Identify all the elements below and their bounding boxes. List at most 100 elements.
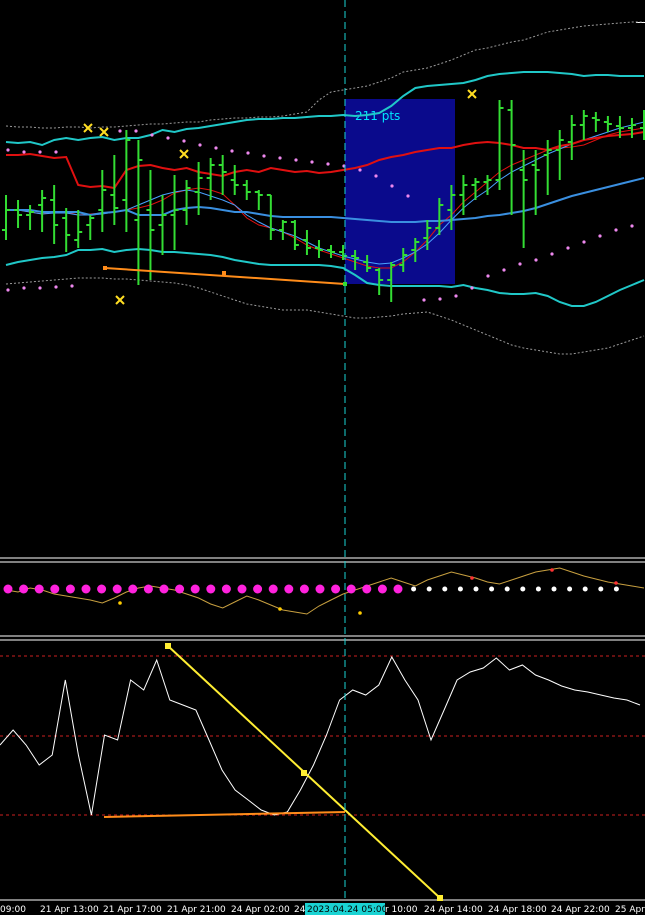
- stop-dot: [326, 162, 330, 166]
- support-anchor: [343, 282, 347, 286]
- stop-dot: [358, 168, 362, 172]
- bull-dot: [237, 584, 247, 594]
- bull-dot: [190, 584, 200, 594]
- x-tick-label: 24 Apr 22:00: [551, 905, 610, 915]
- bull-dot: [268, 584, 278, 594]
- bull-dot: [175, 584, 185, 594]
- dots-marker: [118, 601, 122, 605]
- stop-dot: [230, 149, 234, 153]
- bull-dot: [221, 584, 231, 594]
- stop-dot: [598, 234, 602, 238]
- bear-dot: [582, 586, 588, 592]
- stop-dot: [374, 174, 378, 178]
- bear-dot: [535, 586, 541, 592]
- stop-dot: [582, 240, 586, 244]
- stop-dot: [246, 151, 250, 155]
- stop-dot: [518, 262, 522, 266]
- dots-marker: [278, 607, 282, 611]
- bull-dot: [206, 584, 216, 594]
- bull-dot: [284, 584, 294, 594]
- bull-dot: [34, 584, 44, 594]
- bull-dot: [128, 584, 138, 594]
- bear-dot: [551, 586, 557, 592]
- stop-dot: [534, 258, 538, 262]
- bear-dot: [598, 586, 604, 592]
- bull-dot: [377, 584, 387, 594]
- bull-dot: [65, 584, 75, 594]
- dots-marker: [470, 576, 474, 580]
- bull-dot: [3, 584, 13, 594]
- stop-dot: [6, 288, 10, 292]
- support-anchor: [103, 266, 107, 270]
- x-tick-label: 24 Apr 18:00: [488, 905, 547, 915]
- bear-dot: [613, 586, 619, 592]
- stop-dot: [278, 156, 282, 160]
- stop-dot: [54, 150, 58, 154]
- bull-dot: [362, 584, 372, 594]
- bull-dot: [50, 584, 60, 594]
- bear-dot: [442, 586, 448, 592]
- crosshair-tag: 2023.04.24 05:00: [307, 905, 388, 915]
- stop-dot: [54, 285, 58, 289]
- dots-marker: [614, 581, 618, 585]
- x-tick-label: 09:00: [0, 905, 26, 915]
- stop-dot: [422, 298, 426, 302]
- stop-dot: [470, 286, 474, 290]
- stop-dot: [486, 274, 490, 278]
- x-tick-label: 21 Apr 17:00: [103, 905, 162, 915]
- support-mid-anchor: [222, 271, 226, 275]
- bear-dot: [411, 586, 417, 592]
- stop-dot: [406, 194, 410, 198]
- x-tick-label: 24 Apr 02:00: [231, 905, 290, 915]
- bull-dot: [81, 584, 91, 594]
- bear-dot: [520, 586, 526, 592]
- stop-dot: [38, 286, 42, 290]
- stop-dot: [22, 286, 26, 290]
- stop-dot: [6, 148, 10, 152]
- bull-dot: [331, 584, 341, 594]
- bull-dot: [159, 584, 169, 594]
- trading-chart: 211 pts 09:00 21 Apr 13:00 21 Apr 17:00 21 …: [0, 0, 645, 915]
- bull-dot: [112, 584, 122, 594]
- bull-dot: [393, 584, 403, 594]
- stop-dot: [566, 246, 570, 250]
- stop-dot: [134, 129, 138, 133]
- bull-dot: [19, 584, 29, 594]
- bear-dot: [567, 586, 573, 592]
- stop-dot: [214, 146, 218, 150]
- stop-dot: [150, 133, 154, 137]
- bear-dot: [504, 586, 510, 592]
- trendline-anchor: [437, 895, 443, 901]
- stop-dot: [182, 139, 186, 143]
- stop-dot: [22, 150, 26, 154]
- bear-dot: [489, 586, 495, 592]
- stop-dot: [630, 224, 634, 228]
- stop-dot: [310, 160, 314, 164]
- trendline-anchor: [301, 770, 307, 776]
- bear-dot: [426, 586, 432, 592]
- stop-dot: [614, 228, 618, 232]
- dots-marker: [550, 568, 554, 572]
- stop-dot: [70, 284, 74, 288]
- stop-dot: [294, 158, 298, 162]
- x-tick-label: 24 Apr 14:00: [424, 905, 483, 915]
- stop-dot: [390, 184, 394, 188]
- bull-dot: [143, 584, 153, 594]
- stop-dot: [38, 150, 42, 154]
- bull-dot: [299, 584, 309, 594]
- x-tick-label: r 10:00: [385, 905, 418, 915]
- stop-dot: [166, 136, 170, 140]
- stop-dot: [454, 294, 458, 298]
- x-tick-label: 21 Apr 13:00: [40, 905, 99, 915]
- bull-dot: [346, 584, 356, 594]
- bull-dot: [253, 584, 263, 594]
- bull-dot: [315, 584, 325, 594]
- x-tick-label: 24: [294, 905, 306, 915]
- stop-dot: [262, 154, 266, 158]
- bear-dot: [457, 586, 463, 592]
- stop-dot: [118, 129, 122, 133]
- x-tick-label: 21 Apr 21:00: [167, 905, 226, 915]
- stop-dot: [502, 268, 506, 272]
- stop-dot: [550, 252, 554, 256]
- range-box[interactable]: [345, 99, 455, 284]
